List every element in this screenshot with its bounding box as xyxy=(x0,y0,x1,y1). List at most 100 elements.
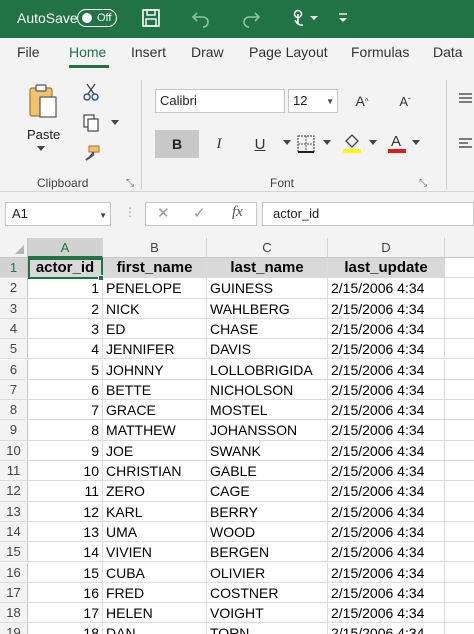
column-header-b[interactable]: B xyxy=(103,238,207,258)
table-cell[interactable]: 2/15/2006 4:34 xyxy=(328,481,445,502)
table-cell[interactable]: 6 xyxy=(28,379,103,401)
row-header[interactable]: 11 xyxy=(0,461,28,482)
row-header[interactable]: 8 xyxy=(0,400,28,421)
table-cell[interactable]: BETTE xyxy=(103,379,207,401)
table-cell[interactable]: JENNIFER xyxy=(103,339,207,360)
table-cell[interactable]: 16 xyxy=(28,582,103,604)
align-top-icon[interactable] xyxy=(456,90,474,108)
table-cell[interactable]: WOOD xyxy=(207,521,328,543)
table-cell[interactable]: 12 xyxy=(28,501,103,522)
table-cell[interactable]: 2/15/2006 4:34 xyxy=(328,582,445,604)
row-header[interactable]: 7 xyxy=(0,379,28,401)
font-launcher-icon[interactable]: ⤡ xyxy=(419,178,427,189)
table-cell[interactable] xyxy=(445,400,474,421)
font-name-select[interactable]: Calibri xyxy=(155,89,285,113)
tab-insert[interactable]: Insert xyxy=(131,44,166,60)
table-cell[interactable] xyxy=(445,278,474,299)
row-header[interactable]: 17 xyxy=(0,582,28,604)
save-icon[interactable] xyxy=(139,6,163,30)
header-cell[interactable]: last_update xyxy=(328,258,445,279)
table-cell[interactable]: 7 xyxy=(28,400,103,421)
formula-bar-grip-icon[interactable]: ⋮ xyxy=(124,205,136,219)
table-cell[interactable]: GABLE xyxy=(207,461,328,482)
column-header-c[interactable]: C xyxy=(207,238,328,258)
table-cell[interactable]: NICHOLSON xyxy=(207,379,328,401)
copy-icon[interactable] xyxy=(80,113,102,133)
table-cell[interactable]: 2/15/2006 4:34 xyxy=(328,298,445,319)
format-painter-icon[interactable] xyxy=(80,144,102,164)
table-cell[interactable] xyxy=(445,583,474,604)
table-cell[interactable]: 1 xyxy=(28,278,103,299)
clipboard-launcher-icon[interactable]: ⤡ xyxy=(126,178,134,189)
table-cell[interactable]: 9 xyxy=(28,440,103,461)
cut-icon[interactable] xyxy=(80,82,102,102)
table-cell[interactable]: ED xyxy=(103,318,207,340)
borders-dropdown-icon[interactable] xyxy=(321,137,333,149)
table-cell[interactable] xyxy=(445,603,474,624)
table-cell[interactable]: 2/15/2006 4:34 xyxy=(328,603,445,624)
table-cell[interactable]: VIVIEN xyxy=(103,542,207,563)
table-cell[interactable] xyxy=(445,522,474,543)
table-cell[interactable]: SWANK xyxy=(207,440,328,461)
row-header[interactable]: 4 xyxy=(0,318,28,340)
table-cell[interactable]: FRED xyxy=(103,582,207,604)
table-cell[interactable]: KARL xyxy=(103,501,207,522)
row-header[interactable]: 13 xyxy=(0,501,28,522)
table-cell[interactable] xyxy=(445,481,474,502)
tab-page-layout[interactable]: Page Layout xyxy=(249,44,328,60)
row-header[interactable]: 10 xyxy=(0,440,28,461)
table-cell[interactable]: CHASE xyxy=(207,318,328,340)
align-left-icon[interactable] xyxy=(456,135,474,153)
table-cell[interactable]: 2/15/2006 4:34 xyxy=(328,521,445,543)
table-cell[interactable]: 2/15/2006 4:34 xyxy=(328,420,445,441)
chevron-down-icon[interactable]: ▼ xyxy=(99,211,107,220)
column-header-d[interactable]: D xyxy=(328,238,445,258)
column-header-e[interactable] xyxy=(445,238,474,258)
table-cell[interactable]: 3 xyxy=(28,318,103,340)
table-cell[interactable] xyxy=(445,258,474,279)
table-cell[interactable]: UMA xyxy=(103,521,207,543)
table-cell[interactable] xyxy=(445,319,474,340)
row-header[interactable]: 15 xyxy=(0,542,28,563)
table-cell[interactable] xyxy=(445,441,474,461)
table-cell[interactable]: 17 xyxy=(28,603,103,624)
table-cell[interactable]: VOIGHT xyxy=(207,603,328,624)
table-cell[interactable]: 2/15/2006 4:34 xyxy=(328,339,445,360)
table-cell[interactable]: DAN xyxy=(103,623,207,634)
tab-formulas[interactable]: Formulas xyxy=(351,44,409,60)
table-cell[interactable]: 4 xyxy=(28,339,103,360)
table-cell[interactable] xyxy=(445,623,474,634)
table-cell[interactable]: 2/15/2006 4:34 xyxy=(328,318,445,340)
table-cell[interactable] xyxy=(445,542,474,563)
font-color-icon[interactable]: A xyxy=(386,131,408,155)
formula-input[interactable]: actor_id xyxy=(262,202,474,226)
table-cell[interactable] xyxy=(445,339,474,360)
table-cell[interactable]: JOHNNY xyxy=(103,359,207,380)
table-cell[interactable]: 2/15/2006 4:34 xyxy=(328,562,445,583)
table-cell[interactable]: 10 xyxy=(28,461,103,482)
font-color-dropdown-icon[interactable] xyxy=(410,137,422,149)
table-cell[interactable]: 2/15/2006 4:34 xyxy=(328,623,445,634)
table-cell[interactable]: 8 xyxy=(28,420,103,441)
row-header[interactable]: 16 xyxy=(0,562,28,583)
table-cell[interactable]: CHRISTIAN xyxy=(103,461,207,482)
tab-file[interactable]: File xyxy=(17,44,40,60)
table-cell[interactable]: CAGE xyxy=(207,481,328,502)
paste-label[interactable]: Paste xyxy=(27,127,60,142)
table-cell[interactable] xyxy=(445,563,474,583)
fill-handle[interactable] xyxy=(98,275,104,281)
table-cell[interactable] xyxy=(445,420,474,441)
table-cell[interactable]: 2/15/2006 4:34 xyxy=(328,359,445,380)
table-cell[interactable]: CUBA xyxy=(103,562,207,583)
header-cell[interactable]: actor_id xyxy=(28,258,103,279)
table-cell[interactable]: 2 xyxy=(28,298,103,319)
tab-home[interactable]: Home xyxy=(69,44,106,60)
table-cell[interactable]: JOE xyxy=(103,440,207,461)
table-cell[interactable]: DAVIS xyxy=(207,339,328,360)
table-cell[interactable]: 2/15/2006 4:34 xyxy=(328,461,445,482)
table-cell[interactable] xyxy=(445,299,474,319)
table-cell[interactable]: MATTHEW xyxy=(103,420,207,441)
table-cell[interactable] xyxy=(445,502,474,522)
table-cell[interactable]: MOSTEL xyxy=(207,400,328,421)
table-cell[interactable] xyxy=(445,360,474,380)
